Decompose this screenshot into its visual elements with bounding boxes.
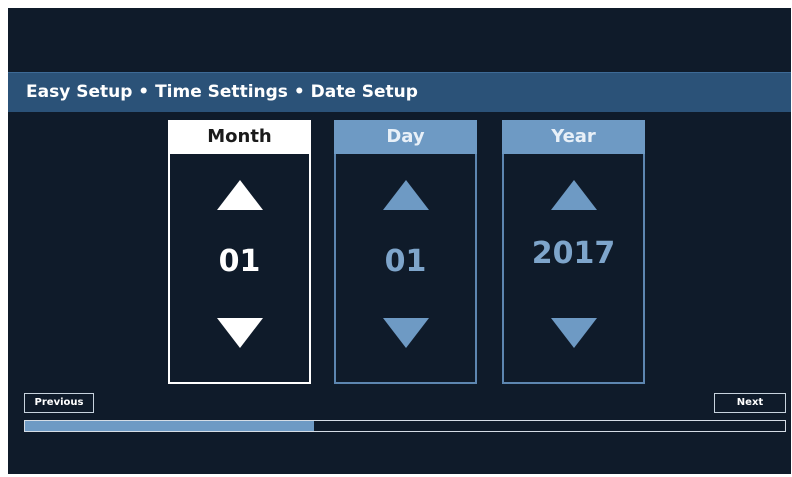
title-bar: Easy Setup • Time Settings • Date Setup (8, 72, 791, 112)
month-value: 01 (218, 244, 261, 279)
progress-fill (25, 421, 314, 431)
previous-button[interactable]: Previous (24, 393, 94, 413)
day-down-arrow-icon[interactable] (382, 318, 429, 348)
next-button[interactable]: Next (714, 393, 786, 413)
month-column[interactable]: Month 01 (168, 120, 311, 384)
breadcrumb: Easy Setup • Time Settings • Date Setup (26, 82, 418, 102)
day-up-arrow-icon[interactable] (382, 180, 429, 210)
year-value: 2017 (531, 236, 616, 271)
day-value: 01 (384, 244, 427, 279)
year-column[interactable]: Year 2017 (502, 120, 645, 384)
month-header: Month (168, 120, 311, 154)
day-header: Day (334, 120, 477, 154)
year-up-arrow-icon[interactable] (550, 180, 597, 210)
year-header: Year (502, 120, 645, 154)
year-down-arrow-icon[interactable] (550, 318, 597, 348)
progress-bar (24, 420, 786, 432)
month-up-arrow-icon[interactable] (216, 180, 263, 210)
day-column[interactable]: Day 01 (334, 120, 477, 384)
month-down-arrow-icon[interactable] (216, 318, 263, 348)
setup-screen: Easy Setup • Time Settings • Date Setup … (8, 8, 791, 474)
